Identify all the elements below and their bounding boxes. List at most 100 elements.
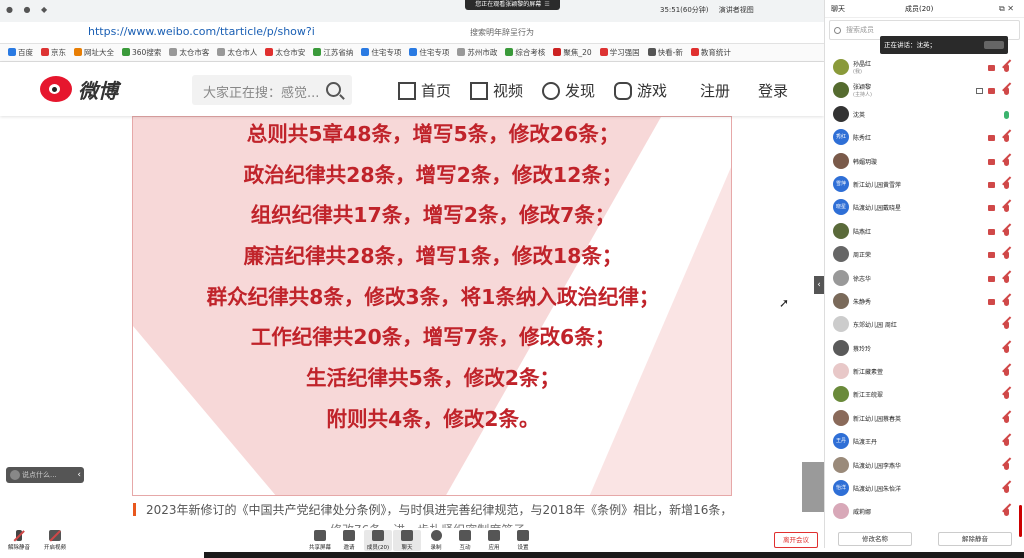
members-button[interactable]: 成员(20) (364, 530, 392, 551)
register-link[interactable]: 注册 (700, 80, 730, 101)
participant-row[interactable]: 孙晶红 (我) (825, 56, 1024, 79)
bookmark-item[interactable]: 聚焦_20 (553, 44, 592, 61)
participant-name: 新江幼儿园蔡春英 (853, 415, 902, 423)
start-video-label: 开启视频 (43, 545, 66, 551)
participant-row[interactable]: 徐志华 (825, 267, 1024, 290)
invite-button[interactable]: 邀请 (335, 530, 363, 551)
apps-button[interactable]: 应用 (480, 530, 508, 551)
chat-button[interactable]: 聊天 (393, 530, 421, 551)
avatar: 怡洋 (833, 480, 849, 497)
participant-row[interactable]: 雪萍 新江幼儿园黄雪萍 (825, 173, 1024, 196)
scroll-top-button[interactable] (802, 462, 824, 512)
bookmark-item[interactable]: 学习强国 (599, 44, 640, 61)
participant-row[interactable]: 周正荣 (825, 243, 1024, 266)
rename-button[interactable]: 修改名称 (838, 532, 912, 546)
browser-address-row: https://www.weibo.com/ttarticle/p/show?i… (0, 22, 824, 44)
participant-row[interactable]: 张颖黎 (主持人) (825, 79, 1024, 102)
slide-line: 生活纪律共5条，修改2条； (305, 366, 561, 391)
avatar (833, 152, 849, 169)
tab-members[interactable]: 成员(20) (905, 4, 933, 14)
bookmark-item[interactable]: 太仓市人 (217, 44, 257, 61)
tab-chat[interactable]: 聊天 (831, 4, 845, 14)
avatar (833, 316, 849, 333)
record-label: 录制 (430, 545, 442, 551)
bookmark-favicon-icon (169, 48, 178, 56)
bookmark-favicon-icon (265, 48, 274, 56)
camera-off-icon (988, 88, 995, 95)
bookmark-item[interactable]: 快看-新 (647, 44, 683, 61)
bookmark-item[interactable]: 网址大全 (74, 44, 114, 61)
bookmark-item[interactable]: 360搜索 (122, 44, 161, 61)
panel-window-controls[interactable]: ⧉ ✕ (999, 4, 1014, 14)
mic-on-icon (1004, 110, 1009, 119)
participant-row[interactable]: 新江王皖翠 (825, 383, 1024, 406)
floating-chat-input[interactable]: 说点什么... ‹ (6, 467, 84, 483)
interact-button[interactable]: 互动 (451, 530, 479, 551)
bookmark-item[interactable]: 综合考核 (505, 44, 545, 61)
start-video-button[interactable]: 开启视频 (40, 530, 70, 551)
weibo-logo-text: 微博 (78, 78, 118, 103)
participant-row[interactable]: 韩媚玥璇 (825, 150, 1024, 173)
leave-meeting-button[interactable]: 离开会议 (774, 532, 818, 548)
home-icon (398, 81, 416, 100)
invite-label: 邀请 (343, 545, 355, 551)
unmute-button[interactable]: 解除静音 (4, 530, 34, 551)
bookmark-item[interactable]: 太仓市安 (265, 44, 305, 61)
bookmark-item[interactable]: 太仓市客 (169, 44, 209, 61)
participant-row[interactable]: 新江幼儿园蔡春英 (825, 407, 1024, 430)
avatar (833, 269, 849, 286)
bookmark-item[interactable]: 教育统计 (690, 44, 731, 61)
bookmark-favicon-icon (74, 48, 82, 56)
bookmark-label: 学习强国 (609, 48, 640, 57)
speaking-label: 正在讲话：沈英； (884, 41, 936, 49)
participant-row[interactable]: 朱静秀 (825, 290, 1024, 313)
nav-games[interactable]: 游戏 (614, 80, 667, 101)
speaker-view-button[interactable]: 演讲者视图 (719, 6, 754, 14)
bookmark-item[interactable]: 住宅专项 (409, 44, 449, 61)
participant-name: 徐志华 (853, 275, 872, 283)
address-bar[interactable]: https://www.weibo.com/ttarticle/p/show?i (88, 25, 315, 38)
nav-home[interactable]: 首页 (398, 80, 451, 101)
bookmark-item[interactable]: 江苏省纳 (313, 44, 353, 61)
settings-label: 设置 (517, 545, 529, 551)
browser-search-box[interactable]: 搜索明年辞呈行为 (470, 27, 534, 38)
bookmark-favicon-icon (690, 48, 699, 56)
nav-video[interactable]: 视频 (470, 80, 523, 101)
share-screen-button[interactable]: 共享屏幕 (306, 530, 334, 551)
weibo-search-input[interactable]: 大家正在搜：感觉... (192, 75, 352, 105)
camera-off-icon (988, 252, 995, 259)
banner-menu-icon[interactable]: ☰ (544, 1, 549, 8)
bookmark-item[interactable]: 京东 (41, 44, 66, 61)
weibo-logo[interactable]: 微博 (40, 74, 118, 104)
nav-discover[interactable]: 发现 (542, 80, 595, 101)
bookmark-item[interactable]: 百度 (8, 44, 33, 61)
participant-name: 张颖黎 (853, 84, 872, 92)
participant-name: 威莉娜 (853, 509, 872, 517)
participant-row[interactable]: 晓星 陆渡幼儿园戴晓星 (825, 196, 1024, 219)
bookmark-label: 快看-新 (657, 48, 683, 57)
participant-row[interactable]: 新江藏素萱 (825, 360, 1024, 383)
participant-row[interactable]: 王丹 陆渡王丹 (825, 430, 1024, 453)
collapse-panel-icon[interactable]: ‹ (814, 276, 824, 294)
bookmark-item[interactable]: 苏州市政 (457, 44, 497, 61)
panel-scrollbar[interactable] (1019, 505, 1022, 537)
bookmark-item[interactable]: 住宅专项 (361, 44, 401, 61)
participant-row[interactable]: 威莉娜 (825, 500, 1024, 523)
participant-name: 陆燕红 (853, 228, 872, 236)
search-icon[interactable] (326, 82, 341, 97)
participant-row[interactable]: 怡洋 陆渡幼儿园朱怡洋 (825, 477, 1024, 500)
unmute-all-button[interactable]: 解除静音 (938, 532, 1012, 546)
settings-button[interactable]: 设置 (509, 530, 537, 551)
participant-row[interactable]: 陆燕红 (825, 220, 1024, 243)
slide-line: 廉洁纪律共28条，增写1条，修改18条； (243, 244, 623, 269)
login-link[interactable]: 登录 (758, 80, 788, 101)
slide-line: 政治纪律共28条，增写2条，修改12条； (243, 162, 623, 187)
chevron-left-icon[interactable]: ‹ (77, 467, 81, 483)
participant-row[interactable]: 沈英 (825, 103, 1024, 126)
participant-role: (主持人) (853, 92, 872, 99)
participant-row[interactable]: 蔡玲玲 (825, 337, 1024, 360)
participant-row[interactable]: 陆渡幼儿园李燕华 (825, 454, 1024, 477)
participant-row[interactable]: 秀红 陈秀红 (825, 126, 1024, 149)
participant-row[interactable]: 东郊幼儿园 周红 (825, 313, 1024, 336)
record-button[interactable]: 录制 (422, 530, 450, 551)
